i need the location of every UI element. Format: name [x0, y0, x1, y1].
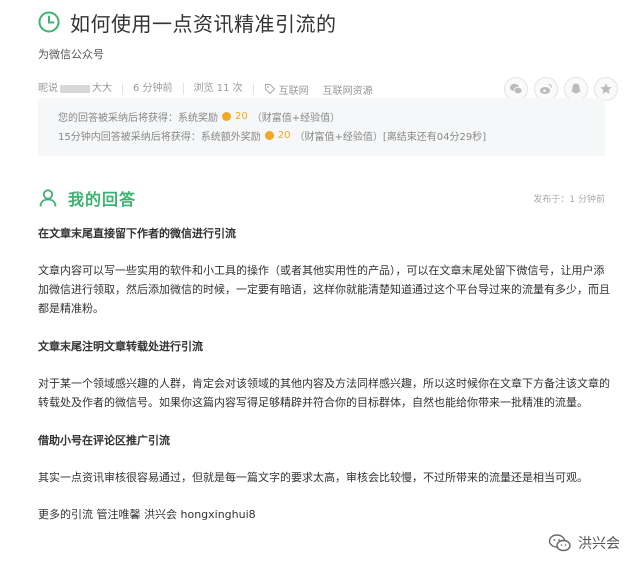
- author-suffix: 大大: [92, 83, 112, 94]
- author-prefix: 昵说: [38, 83, 58, 94]
- answer-paragraph: 更多的引流 管注唯馨 洪兴会 hongxinghui8: [38, 508, 256, 521]
- answer-paragraph: 对于某一个领域感兴趣的人群，肯定会对该领域的其他内容及方法同样感兴趣，所以这时候…: [38, 377, 610, 409]
- answer-heading: 文章末尾注明文章转载处进行引流: [38, 340, 203, 353]
- answer-content: 在文章末尾直接留下作者的微信进行引流 文章内容可以写一些实用的软件和小工具的操作…: [38, 224, 610, 524]
- post-time: 6 分钟前: [133, 83, 184, 95]
- reward-line-2-value: 20: [277, 130, 291, 141]
- coin-icon: [222, 112, 231, 121]
- author[interactable]: 昵说 大大: [38, 83, 123, 95]
- reward-info: 您的回答被采纳后将获得：系统奖励 20 （财富值+经验值） 15分钟内回答被采纳…: [38, 98, 605, 156]
- clock-icon: [38, 11, 60, 33]
- reward-line-1: 您的回答被采纳后将获得：系统奖励 20 （财富值+经验值）: [58, 107, 585, 126]
- qq-icon: [571, 83, 581, 94]
- question-header: 如何使用一点资讯精准引流的 为微信公众号 昵说 大大 6 分钟前 浏览 11 次…: [38, 8, 618, 101]
- watermark: 洪兴会: [548, 533, 620, 553]
- weibo-icon: [540, 83, 553, 94]
- answer-paragraph: 其实一点资讯审核很容易通过，但就是每一篇文字的要求太高，审核会比较慢，不过所带来…: [38, 471, 588, 484]
- answer-title: 我的回答: [68, 190, 137, 209]
- coin-icon: [264, 131, 274, 140]
- reward-line-2-prefix: 15分钟内回答被采纳后将获得：系统额外奖励: [58, 132, 261, 143]
- reward-line-2-suffix: （财富值+经验值）[离结束还有04分29秒]: [294, 132, 487, 143]
- question-subtitle: 为微信公众号: [38, 48, 104, 61]
- view-count: 浏览 11 次: [194, 83, 254, 95]
- author-name-redacted: [60, 85, 90, 93]
- wechat-logo-icon: [548, 534, 571, 552]
- tag-list: 互联网 互联网资源: [264, 82, 387, 97]
- answer-post-time: 发布于：1 分钟前: [533, 194, 605, 205]
- tag-icon: [264, 84, 275, 95]
- answer-header: 我的回答 发布于：1 分钟前: [38, 186, 605, 210]
- tag-item[interactable]: 互联网资源: [323, 82, 373, 97]
- wechat-icon: [510, 83, 523, 95]
- tag-item[interactable]: 互联网: [279, 82, 309, 97]
- page-title: 如何使用一点资讯精准引流的: [70, 11, 337, 36]
- answer-heading: 在文章末尾直接留下作者的微信进行引流: [38, 227, 236, 240]
- user-icon: [39, 189, 57, 207]
- answer-heading: 借助小号在评论区推广引流: [38, 434, 170, 447]
- reward-line-1-value: 20: [235, 111, 248, 122]
- reward-line-1-prefix: 您的回答被采纳后将获得：系统奖励: [58, 113, 218, 124]
- reward-line-2: 15分钟内回答被采纳后将获得：系统额外奖励 20 （财富值+经验值）[离结束还有…: [58, 126, 585, 145]
- watermark-text: 洪兴会: [578, 536, 620, 552]
- star-icon: [600, 83, 612, 94]
- reward-line-1-suffix: （财富值+经验值）: [251, 113, 341, 124]
- answer-paragraph: 文章内容可以写一些实用的软件和小工具的操作（或者其他实用性的产品），可以在文章末…: [38, 264, 610, 315]
